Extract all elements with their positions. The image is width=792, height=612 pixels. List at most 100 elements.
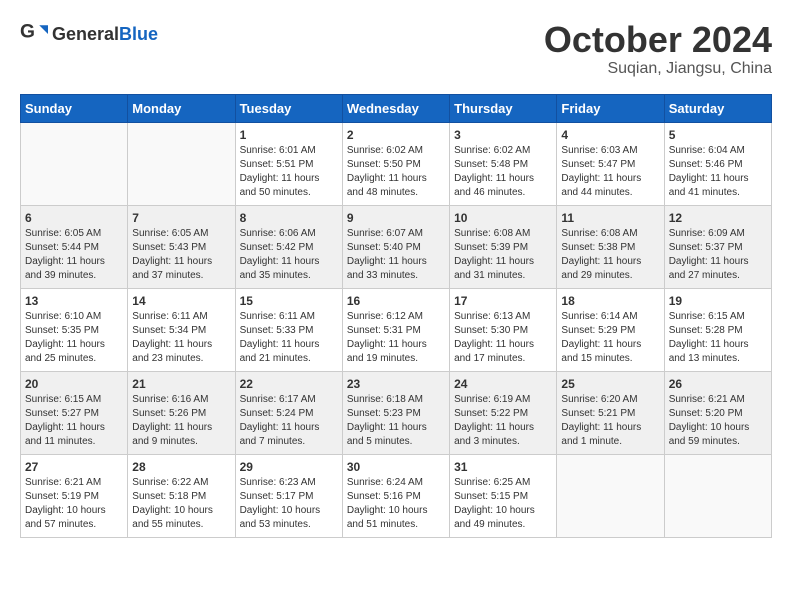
day-number: 11 <box>561 211 659 225</box>
weekday-header-wednesday: Wednesday <box>342 94 449 122</box>
calendar-week-row: 13 Sunrise: 6:10 AM Sunset: 5:35 PM Dayli… <box>21 288 772 371</box>
day-info: Sunrise: 6:11 AM Sunset: 5:34 PM Dayligh… <box>132 310 230 366</box>
calendar-cell: 16 Sunrise: 6:12 AM Sunset: 5:31 PM Dayli… <box>342 288 449 371</box>
logo-blue: Blue <box>119 24 158 44</box>
day-number: 17 <box>454 294 552 308</box>
day-info: Sunrise: 6:02 AM Sunset: 5:48 PM Dayligh… <box>454 144 552 200</box>
day-number: 30 <box>347 460 445 474</box>
day-info: Sunrise: 6:15 AM Sunset: 5:27 PM Dayligh… <box>25 393 123 449</box>
day-info: Sunrise: 6:13 AM Sunset: 5:30 PM Dayligh… <box>454 310 552 366</box>
calendar-cell: 4Sunrise: 6:03 AM Sunset: 5:47 PM Daylig… <box>557 122 664 205</box>
day-info: Sunrise: 6:08 AM Sunset: 5:38 PM Dayligh… <box>561 227 659 283</box>
month-title: October 2024 <box>544 20 772 60</box>
day-info: Sunrise: 6:20 AM Sunset: 5:21 PM Dayligh… <box>561 393 659 449</box>
day-number: 4 <box>561 128 659 142</box>
calendar-cell: 15Sunrise: 6:11 AM Sunset: 5:33 PM Dayli… <box>235 288 342 371</box>
weekday-header-friday: Friday <box>557 94 664 122</box>
calendar-week-row: 6 Sunrise: 6:05 AM Sunset: 5:44 PM Daylig… <box>21 205 772 288</box>
calendar-cell: 3 Sunrise: 6:02 AM Sunset: 5:48 PM Daylig… <box>450 122 557 205</box>
day-info: Sunrise: 6:02 AM Sunset: 5:50 PM Dayligh… <box>347 144 445 200</box>
day-info: Sunrise: 6:12 AM Sunset: 5:31 PM Dayligh… <box>347 310 445 366</box>
day-number: 7 <box>132 211 230 225</box>
day-info: Sunrise: 6:18 AM Sunset: 5:23 PM Dayligh… <box>347 393 445 449</box>
calendar-cell: 25 Sunrise: 6:20 AM Sunset: 5:21 PM Dayli… <box>557 371 664 454</box>
day-info: Sunrise: 6:01 AM Sunset: 5:51 PM Dayligh… <box>240 144 338 200</box>
calendar-cell: 22Sunrise: 6:17 AM Sunset: 5:24 PM Dayli… <box>235 371 342 454</box>
calendar-cell: 23 Sunrise: 6:18 AM Sunset: 5:23 PM Dayli… <box>342 371 449 454</box>
calendar-cell: 31 Sunrise: 6:25 AM Sunset: 5:15 PM Dayli… <box>450 454 557 537</box>
day-info: Sunrise: 6:05 AM Sunset: 5:44 PM Dayligh… <box>25 227 123 283</box>
calendar-cell: 11 Sunrise: 6:08 AM Sunset: 5:38 PM Dayli… <box>557 205 664 288</box>
calendar-cell: 12 Sunrise: 6:09 AM Sunset: 5:37 PM Dayli… <box>664 205 771 288</box>
weekday-header-tuesday: Tuesday <box>235 94 342 122</box>
calendar-cell <box>664 454 771 537</box>
calendar-cell: 18Sunrise: 6:14 AM Sunset: 5:29 PM Dayli… <box>557 288 664 371</box>
day-number: 2 <box>347 128 445 142</box>
day-number: 23 <box>347 377 445 391</box>
weekday-header-row: SundayMondayTuesdayWednesdayThursdayFrid… <box>21 94 772 122</box>
calendar-cell <box>128 122 235 205</box>
svg-text:G: G <box>20 22 35 43</box>
calendar-cell: 24 Sunrise: 6:19 AM Sunset: 5:22 PM Dayli… <box>450 371 557 454</box>
calendar-week-row: 1 Sunrise: 6:01 AM Sunset: 5:51 PM Daylig… <box>21 122 772 205</box>
weekday-header-sunday: Sunday <box>21 94 128 122</box>
day-info: Sunrise: 6:07 AM Sunset: 5:40 PM Dayligh… <box>347 227 445 283</box>
day-info: Sunrise: 6:21 AM Sunset: 5:20 PM Dayligh… <box>669 393 767 449</box>
calendar-cell: 1 Sunrise: 6:01 AM Sunset: 5:51 PM Daylig… <box>235 122 342 205</box>
day-info: Sunrise: 6:23 AM Sunset: 5:17 PM Dayligh… <box>240 476 338 532</box>
title-area: October 2024 Suqian, Jiangsu, China <box>544 20 772 78</box>
weekday-header-thursday: Thursday <box>450 94 557 122</box>
calendar-week-row: 20Sunrise: 6:15 AM Sunset: 5:27 PM Dayli… <box>21 371 772 454</box>
day-number: 24 <box>454 377 552 391</box>
day-number: 31 <box>454 460 552 474</box>
weekday-header-saturday: Saturday <box>664 94 771 122</box>
day-info: Sunrise: 6:16 AM Sunset: 5:26 PM Dayligh… <box>132 393 230 449</box>
day-number: 14 <box>132 294 230 308</box>
calendar-week-row: 27 Sunrise: 6:21 AM Sunset: 5:19 PM Dayli… <box>21 454 772 537</box>
day-info: Sunrise: 6:10 AM Sunset: 5:35 PM Dayligh… <box>25 310 123 366</box>
location-title: Suqian, Jiangsu, China <box>544 60 772 78</box>
day-info: Sunrise: 6:08 AM Sunset: 5:39 PM Dayligh… <box>454 227 552 283</box>
day-info: Sunrise: 6:25 AM Sunset: 5:15 PM Dayligh… <box>454 476 552 532</box>
logo: G GeneralBlue <box>20 20 158 48</box>
day-info: Sunrise: 6:05 AM Sunset: 5:43 PM Dayligh… <box>132 227 230 283</box>
calendar-cell: 17 Sunrise: 6:13 AM Sunset: 5:30 PM Dayli… <box>450 288 557 371</box>
calendar-cell: 27 Sunrise: 6:21 AM Sunset: 5:19 PM Dayli… <box>21 454 128 537</box>
day-info: Sunrise: 6:22 AM Sunset: 5:18 PM Dayligh… <box>132 476 230 532</box>
day-number: 18 <box>561 294 659 308</box>
calendar-cell: 14 Sunrise: 6:11 AM Sunset: 5:34 PM Dayli… <box>128 288 235 371</box>
day-number: 8 <box>240 211 338 225</box>
calendar-cell: 5Sunrise: 6:04 AM Sunset: 5:46 PM Daylig… <box>664 122 771 205</box>
calendar-cell: 19Sunrise: 6:15 AM Sunset: 5:28 PM Dayli… <box>664 288 771 371</box>
calendar-cell: 28Sunrise: 6:22 AM Sunset: 5:18 PM Dayli… <box>128 454 235 537</box>
day-number: 13 <box>25 294 123 308</box>
day-number: 27 <box>25 460 123 474</box>
day-number: 22 <box>240 377 338 391</box>
day-number: 1 <box>240 128 338 142</box>
day-number: 6 <box>25 211 123 225</box>
day-number: 10 <box>454 211 552 225</box>
day-info: Sunrise: 6:21 AM Sunset: 5:19 PM Dayligh… <box>25 476 123 532</box>
day-number: 5 <box>669 128 767 142</box>
day-info: Sunrise: 6:09 AM Sunset: 5:37 PM Dayligh… <box>669 227 767 283</box>
calendar-cell <box>557 454 664 537</box>
day-number: 16 <box>347 294 445 308</box>
logo-icon: G <box>20 20 48 48</box>
day-number: 26 <box>669 377 767 391</box>
calendar-cell: 9Sunrise: 6:07 AM Sunset: 5:40 PM Daylig… <box>342 205 449 288</box>
calendar-cell: 20Sunrise: 6:15 AM Sunset: 5:27 PM Dayli… <box>21 371 128 454</box>
day-info: Sunrise: 6:06 AM Sunset: 5:42 PM Dayligh… <box>240 227 338 283</box>
day-number: 15 <box>240 294 338 308</box>
day-info: Sunrise: 6:24 AM Sunset: 5:16 PM Dayligh… <box>347 476 445 532</box>
calendar-cell: 8 Sunrise: 6:06 AM Sunset: 5:42 PM Daylig… <box>235 205 342 288</box>
day-number: 12 <box>669 211 767 225</box>
weekday-header-monday: Monday <box>128 94 235 122</box>
day-info: Sunrise: 6:15 AM Sunset: 5:28 PM Dayligh… <box>669 310 767 366</box>
calendar-cell: 2 Sunrise: 6:02 AM Sunset: 5:50 PM Daylig… <box>342 122 449 205</box>
calendar-cell: 7 Sunrise: 6:05 AM Sunset: 5:43 PM Daylig… <box>128 205 235 288</box>
day-number: 3 <box>454 128 552 142</box>
calendar-cell: 10 Sunrise: 6:08 AM Sunset: 5:39 PM Dayli… <box>450 205 557 288</box>
day-number: 25 <box>561 377 659 391</box>
day-info: Sunrise: 6:19 AM Sunset: 5:22 PM Dayligh… <box>454 393 552 449</box>
page-header: G GeneralBlue October 2024 Suqian, Jiang… <box>20 20 772 78</box>
